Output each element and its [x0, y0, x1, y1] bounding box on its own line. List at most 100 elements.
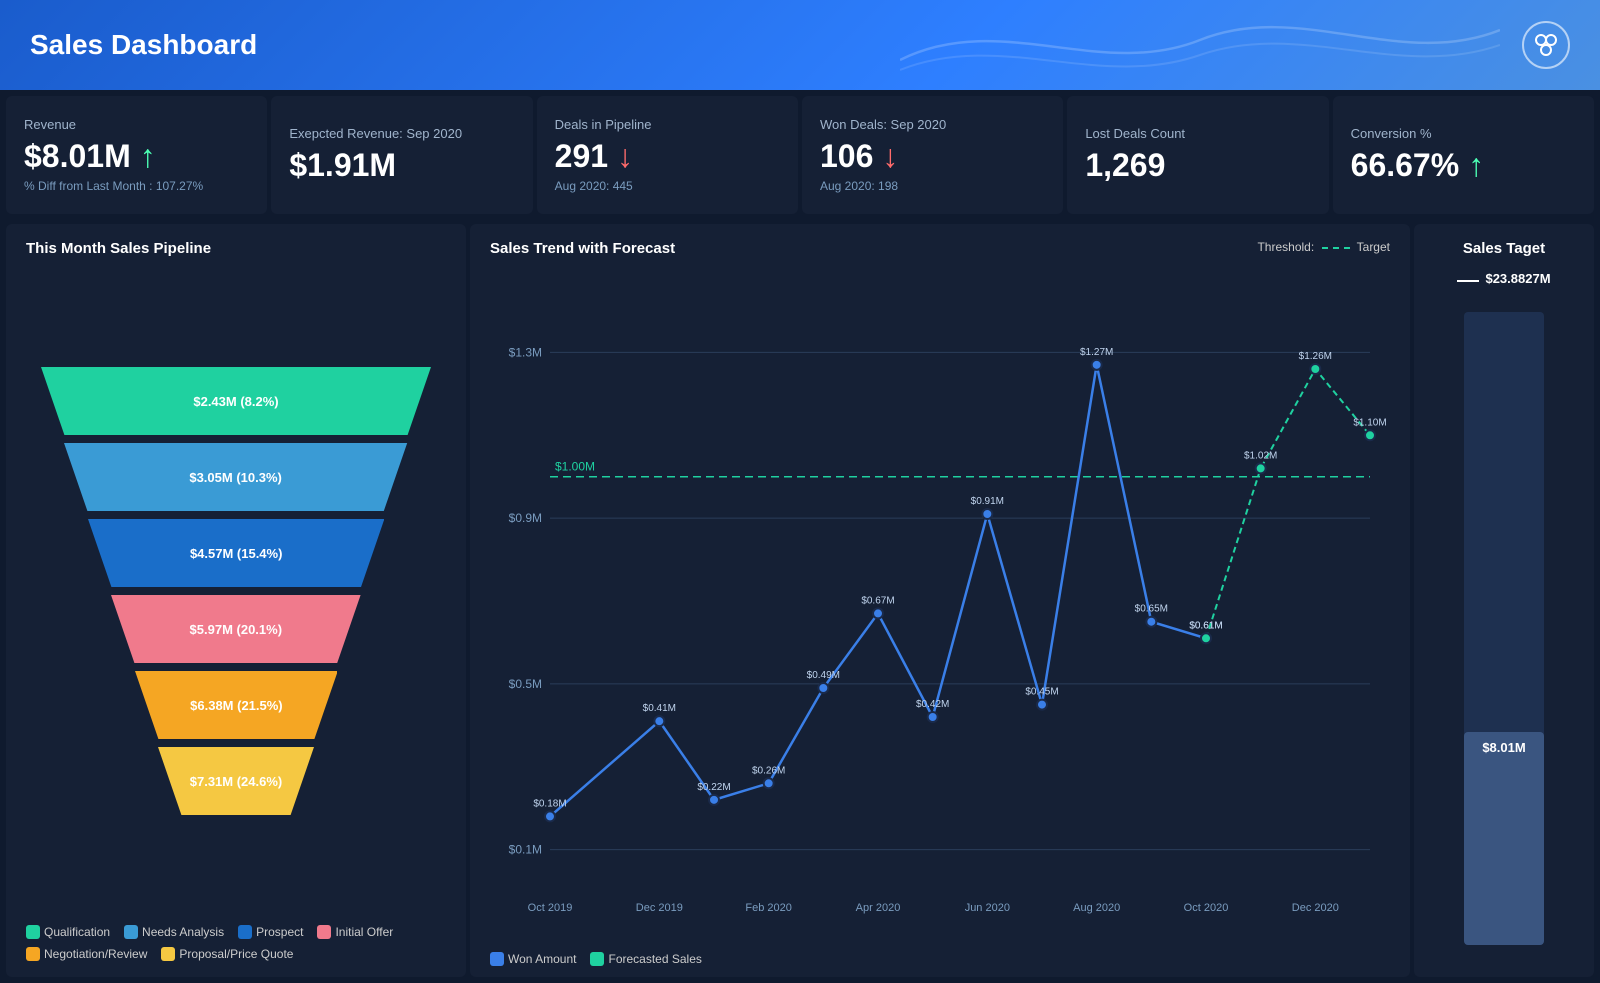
kpi-card-3: Won Deals: Sep 2020 106 ↓ Aug 2020: 198: [802, 96, 1063, 214]
svg-text:$0.67M: $0.67M: [861, 595, 894, 606]
funnel-panel: This Month Sales Pipeline $2.43M (8.2%)$…: [6, 224, 466, 977]
svg-text:$1.10M: $1.10M: [1353, 417, 1386, 428]
svg-text:Dec 2019: Dec 2019: [636, 902, 683, 914]
funnel-layer-3: $5.97M (20.1%): [111, 595, 361, 668]
kpi-label: Deals in Pipeline: [555, 117, 780, 132]
legend-color-box: [238, 925, 252, 939]
svg-text:$0.41M: $0.41M: [643, 703, 676, 714]
funnel-title: This Month Sales Pipeline: [26, 240, 446, 257]
chart-header: Sales Trend with Forecast Threshold: Tar…: [490, 240, 1390, 271]
svg-text:$0.1M: $0.1M: [509, 843, 542, 857]
chart-legend-color: [590, 952, 604, 966]
svg-text:$0.65M: $0.65M: [1135, 604, 1168, 615]
sales-target-panel: Sales Taget $23.8827M $8.01M: [1414, 224, 1594, 977]
legend-color-box: [161, 947, 175, 961]
kpi-arrow: ↑: [1468, 147, 1484, 183]
funnel-layer-4: $6.38M (21.5%): [135, 671, 338, 744]
header-logo: [1522, 21, 1570, 69]
legend-label: Qualification: [44, 925, 110, 939]
svg-text:$0.9M: $0.9M: [509, 511, 542, 525]
svg-text:$1.26M: $1.26M: [1299, 351, 1332, 362]
target-bar-value: $8.01M: [1482, 732, 1525, 755]
funnel-layer-5: $7.31M (24.6%): [158, 747, 314, 820]
threshold-line-icon: [1322, 247, 1350, 249]
header: Sales Dashboard: [0, 0, 1600, 90]
threshold-label: Threshold:: [1257, 240, 1314, 254]
svg-text:$0.49M: $0.49M: [807, 670, 840, 681]
chart-title: Sales Trend with Forecast: [490, 240, 675, 257]
kpi-sub: % Diff from Last Month : 107.27%: [24, 179, 249, 193]
svg-text:Oct 2019: Oct 2019: [528, 902, 573, 914]
kpi-value: 66.67% ↑: [1351, 147, 1576, 184]
kpi-sub: Aug 2020: 445: [555, 179, 780, 193]
svg-text:Dec 2020: Dec 2020: [1292, 902, 1339, 914]
svg-text:Jun 2020: Jun 2020: [965, 902, 1010, 914]
kpi-label: Conversion %: [1351, 126, 1576, 141]
kpi-card-2: Deals in Pipeline 291 ↓ Aug 2020: 445: [537, 96, 798, 214]
funnel-container: $2.43M (8.2%) $3.05M (10.3%) $4.57M (15.4%…: [26, 271, 446, 915]
chart-legend-color: [490, 952, 504, 966]
kpi-sub: Aug 2020: 198: [820, 179, 1045, 193]
kpi-card-1: Exepcted Revenue: Sep 2020 $1.91M: [271, 96, 532, 214]
funnel-legend-item-4: Negotiation/Review: [26, 947, 147, 961]
kpi-value: $1.91M: [289, 147, 514, 184]
kpi-label: Revenue: [24, 117, 249, 132]
kpi-label: Lost Deals Count: [1085, 126, 1310, 141]
svg-text:$0.18M: $0.18M: [533, 798, 566, 809]
svg-text:$0.45M: $0.45M: [1025, 687, 1058, 698]
kpi-arrow: ↓: [617, 138, 633, 174]
svg-text:$4.57M (15.4%): $4.57M (15.4%): [190, 546, 283, 561]
legend-color-box: [124, 925, 138, 939]
legend-label: Prospect: [256, 925, 303, 939]
funnel-layer-svg-2: $4.57M (15.4%): [88, 519, 384, 587]
chart-legend: Won Amount Forecasted Sales: [490, 952, 1390, 966]
legend-color-box: [26, 947, 40, 961]
svg-text:Aug 2020: Aug 2020: [1073, 902, 1120, 914]
legend-label: Initial Offer: [335, 925, 393, 939]
threshold-legend: Threshold: Target: [1257, 240, 1390, 254]
chart-legend-item-0: Won Amount: [490, 952, 576, 966]
svg-text:$3.05M (10.3%): $3.05M (10.3%): [190, 470, 283, 485]
legend-color-box: [317, 925, 331, 939]
funnel-layer-2: $4.57M (15.4%): [88, 519, 384, 592]
svg-text:$2.43M (8.2%): $2.43M (8.2%): [193, 394, 278, 409]
chart-panel: Sales Trend with Forecast Threshold: Tar…: [470, 224, 1410, 977]
svg-text:Apr 2020: Apr 2020: [856, 902, 901, 914]
kpi-arrow: ↓: [882, 138, 898, 174]
funnel-legend-item-0: Qualification: [26, 925, 110, 939]
target-bar-fill: $8.01M: [1464, 732, 1544, 945]
legend-label: Needs Analysis: [142, 925, 224, 939]
funnel-legend-item-5: Proposal/Price Quote: [161, 947, 293, 961]
target-line-value: $23.8827M: [1485, 271, 1550, 286]
funnel-legend-item-3: Initial Offer: [317, 925, 393, 939]
svg-text:$0.42M: $0.42M: [916, 699, 949, 710]
svg-text:$0.26M: $0.26M: [752, 765, 785, 776]
svg-text:$0.61M: $0.61M: [1189, 620, 1222, 631]
target-bar-container: $8.01M: [1464, 312, 1544, 945]
kpi-card-0: Revenue $8.01M ↑ % Diff from Last Month …: [6, 96, 267, 214]
funnel-layer-svg-3: $5.97M (20.1%): [111, 595, 361, 663]
svg-text:$5.97M (20.1%): $5.97M (20.1%): [190, 622, 282, 637]
kpi-label: Won Deals: Sep 2020: [820, 117, 1045, 132]
svg-text:$0.5M: $0.5M: [509, 677, 542, 691]
svg-text:$0.22M: $0.22M: [697, 782, 730, 793]
funnel-layer-svg-0: $2.43M (8.2%): [41, 367, 431, 435]
target-label: Target: [1357, 240, 1390, 254]
funnel-layer-1: $3.05M (10.3%): [64, 443, 407, 516]
svg-text:$6.38M (21.5%): $6.38M (21.5%): [190, 698, 283, 713]
svg-text:$1.02M: $1.02M: [1244, 450, 1277, 461]
funnel-legend-item-2: Prospect: [238, 925, 303, 939]
main-content: This Month Sales Pipeline $2.43M (8.2%)$…: [0, 220, 1600, 983]
kpi-label: Exepcted Revenue: Sep 2020: [289, 126, 514, 141]
funnel-layer-svg-1: $3.05M (10.3%): [64, 443, 407, 511]
svg-text:Feb 2020: Feb 2020: [745, 902, 791, 914]
svg-text:$7.31M (24.6%): $7.31M (24.6%): [190, 774, 283, 789]
svg-text:$0.91M: $0.91M: [971, 496, 1004, 507]
chart-legend-label: Forecasted Sales: [608, 952, 701, 966]
kpi-value: 106 ↓: [820, 138, 1045, 175]
header-title: Sales Dashboard: [30, 29, 257, 61]
funnel-layer-svg-5: $7.31M (24.6%): [158, 747, 314, 815]
svg-text:$1.3M: $1.3M: [509, 345, 542, 359]
funnel-legend: Qualification Needs Analysis Prospect Initi…: [26, 925, 446, 961]
funnel-legend-item-1: Needs Analysis: [124, 925, 224, 939]
